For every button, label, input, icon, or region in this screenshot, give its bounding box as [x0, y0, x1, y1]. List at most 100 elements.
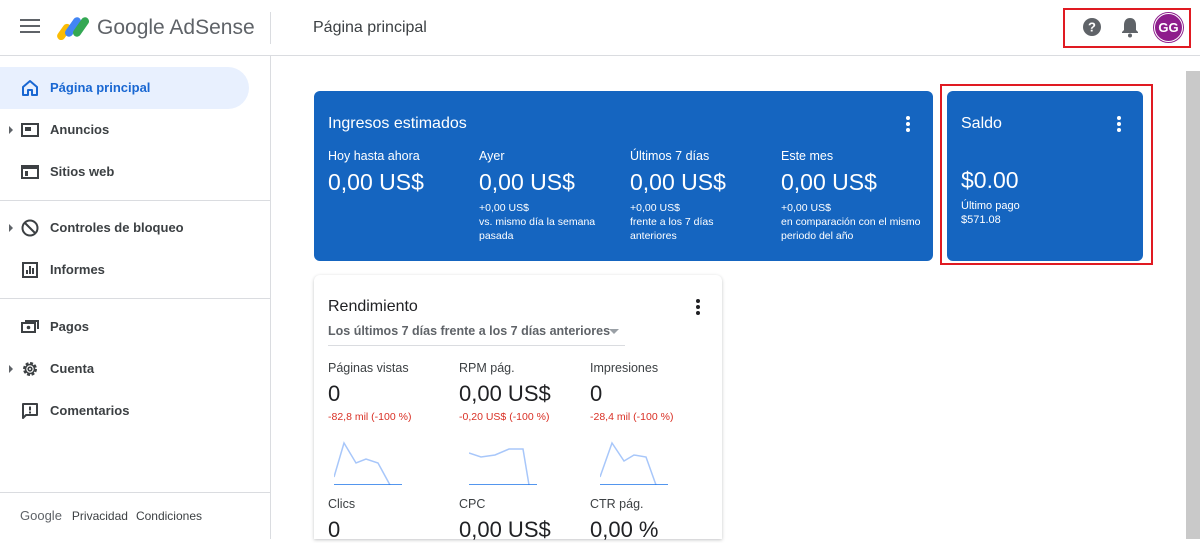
earnings-label: Hoy hasta ahora — [328, 149, 420, 163]
card-title: Saldo — [961, 115, 1002, 132]
sidebar-item-pagos[interactable]: Pagos — [0, 306, 249, 348]
metric-cpc[interactable]: CPC 0,00 US$ — [459, 497, 584, 543]
sites-icon — [21, 165, 39, 179]
account-avatar[interactable]: GG — [1154, 13, 1183, 42]
metric-change: -0,20 US$ (-100 %) — [459, 411, 550, 423]
metric-label: Páginas vistas — [328, 361, 409, 375]
metric-value: 0,00 US$ — [459, 381, 551, 406]
earnings-note: frente a los 7 días anteriores — [630, 216, 714, 242]
terms-link[interactable]: Condiciones — [136, 509, 202, 523]
earnings-note: vs. mismo día la semana pasada — [479, 216, 596, 242]
page-views-sparkline — [334, 441, 402, 485]
dropdown-arrow-icon — [609, 329, 619, 334]
sidebar-item-label: Sitios web — [50, 164, 115, 179]
more-vert-icon[interactable] — [906, 116, 910, 132]
impressions-sparkline — [600, 441, 668, 485]
sidebar-item-label: Controles de bloqueo — [50, 220, 184, 235]
notifications-bell-icon[interactable] — [1120, 16, 1140, 38]
header-divider — [270, 12, 271, 44]
earnings-this-month: Este mes 0,00 US$ +0,00 US$ en comparaci… — [781, 149, 921, 243]
sidebar-divider — [0, 200, 270, 201]
sidebar-nav: Página principal Anuncios Sitios web Con… — [0, 56, 271, 539]
reports-icon — [22, 262, 38, 278]
sidebar-divider — [0, 298, 270, 299]
last-payment: Último pago $571.08 — [961, 199, 1020, 227]
block-icon — [21, 219, 39, 237]
earnings-value: 0,00 US$ — [781, 169, 877, 195]
earnings-yesterday: Ayer 0,00 US$ +0,00 US$ vs. mismo día la… — [479, 149, 624, 243]
estimated-earnings-card: Ingresos estimados Hoy hasta ahora 0,00 … — [314, 91, 933, 261]
metric-label: Impresiones — [590, 361, 659, 375]
svg-text:?: ? — [1088, 20, 1096, 35]
home-icon — [22, 80, 38, 96]
sidebar-item-label: Anuncios — [50, 122, 110, 137]
metric-clicks[interactable]: Clics 0 — [328, 497, 453, 543]
brand-name[interactable]: Google AdSense — [97, 16, 255, 40]
expand-caret-icon[interactable] — [9, 126, 13, 134]
metric-change: -28,4 mil (-100 %) — [590, 411, 674, 423]
date-range-dropdown[interactable]: Los últimos 7 días frente a los 7 días a… — [328, 324, 625, 346]
sidebar-item-label: Pagos — [50, 319, 90, 334]
metric-value: 0 — [328, 517, 341, 542]
top-app-bar: Google AdSense Página principal ? GG — [0, 0, 1200, 56]
sidebar-item-pagina-principal[interactable]: Página principal — [0, 67, 249, 109]
card-title: Ingresos estimados — [328, 115, 467, 132]
metric-label: Clics — [328, 497, 356, 511]
performance-card: Rendimiento Los últimos 7 días frente a … — [314, 275, 722, 542]
feedback-icon — [22, 403, 38, 419]
expand-caret-icon[interactable] — [9, 224, 13, 232]
metric-label: CPC — [459, 497, 486, 511]
earnings-change: +0,00 US$ — [479, 202, 529, 214]
metric-impressions[interactable]: Impresiones 0 -28,4 mil (-100 %) — [590, 361, 715, 423]
page-scrollbar[interactable] — [1186, 71, 1200, 539]
earnings-label: Últimos 7 días — [630, 149, 710, 163]
sidebar-divider — [0, 492, 270, 493]
earnings-today: Hoy hasta ahora 0,00 US$ — [328, 149, 473, 196]
earnings-comparison: +0,00 US$ vs. mismo día la semana pasada — [479, 201, 624, 243]
metric-value: 0,00 US$ — [459, 517, 551, 542]
privacy-link[interactable]: Privacidad — [72, 509, 128, 523]
earnings-value: 0,00 US$ — [479, 169, 575, 195]
metric-page-ctr[interactable]: CTR pág. 0,00 % — [590, 497, 715, 543]
balance-value: $0.00 — [961, 167, 1019, 193]
sidebar-item-anuncios[interactable]: Anuncios — [0, 109, 249, 151]
help-icon[interactable]: ? — [1082, 17, 1102, 37]
sidebar-item-cuenta[interactable]: Cuenta — [0, 348, 249, 390]
more-vert-icon[interactable] — [696, 299, 700, 317]
metric-value: 0 — [590, 381, 603, 406]
sidebar-item-label: Página principal — [50, 80, 151, 95]
sidebar-item-controles-de-bloqueo[interactable]: Controles de bloqueo — [0, 207, 249, 249]
sidebar-item-comentarios[interactable]: Comentarios — [0, 390, 249, 432]
metric-page-rpm[interactable]: RPM pág. 0,00 US$ -0,20 US$ (-100 %) — [459, 361, 584, 423]
earnings-change: +0,00 US$ — [781, 202, 831, 214]
earnings-comparison: +0,00 US$ en comparación con el mismo pe… — [781, 201, 921, 243]
sidebar-item-label: Cuenta — [50, 361, 95, 376]
earnings-value: 0,00 US$ — [630, 169, 726, 195]
main-menu-icon[interactable] — [20, 19, 40, 37]
expand-caret-icon[interactable] — [9, 365, 13, 373]
date-range-value: Los últimos 7 días frente a los 7 días a… — [328, 324, 611, 338]
more-vert-icon[interactable] — [1117, 116, 1121, 132]
metric-label: RPM pág. — [459, 361, 515, 375]
payments-icon — [21, 320, 39, 333]
metric-change: -82,8 mil (-100 %) — [328, 411, 412, 423]
sidebar-item-label: Comentarios — [50, 403, 130, 418]
sidebar-item-informes[interactable]: Informes — [0, 249, 249, 291]
page-rpm-sparkline — [469, 448, 537, 485]
metric-value: 0 — [328, 381, 341, 406]
last-payment-label: Último pago — [961, 200, 1020, 212]
earnings-label: Ayer — [479, 149, 505, 163]
footer-google-logo: Google — [20, 508, 62, 523]
earnings-note: en comparación con el mismo periodo del … — [781, 216, 921, 242]
earnings-last-7-days: Últimos 7 días 0,00 US$ +0,00 US$ frente… — [630, 149, 775, 243]
earnings-change: +0,00 US$ — [630, 202, 680, 214]
gear-icon — [23, 362, 37, 376]
sidebar-item-label: Informes — [50, 262, 105, 277]
page-title: Página principal — [313, 19, 427, 36]
metric-page-views[interactable]: Páginas vistas 0 -82,8 mil (-100 %) — [328, 361, 453, 423]
metric-label: CTR pág. — [590, 497, 644, 511]
balance-card: Saldo $0.00 Último pago $571.08 — [947, 91, 1143, 261]
sidebar-footer: Google Privacidad Condiciones — [20, 508, 202, 523]
sidebar-item-sitios-web[interactable]: Sitios web — [0, 151, 249, 193]
earnings-comparison: +0,00 US$ frente a los 7 días anteriores — [630, 201, 750, 243]
